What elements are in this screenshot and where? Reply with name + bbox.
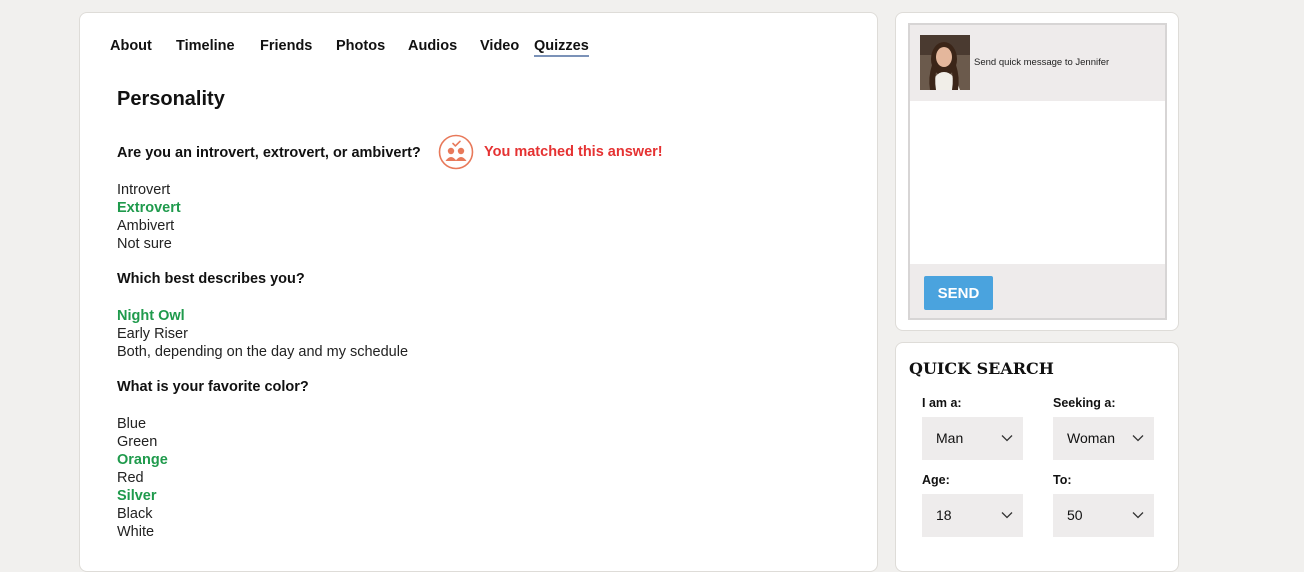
age-select[interactable]: 18 <box>922 494 1023 537</box>
tab-friends[interactable]: Friends <box>260 37 312 55</box>
i-am-select[interactable]: Man <box>922 417 1023 460</box>
question-text: What is your favorite color? <box>117 379 309 395</box>
question-text: Are you an introvert, extrovert, or ambi… <box>117 145 421 161</box>
profile-card: About Timeline Friends Photos Audios Vid… <box>79 12 878 572</box>
answer-option-matched: Night Owl <box>117 308 185 324</box>
answer-option-matched: Silver <box>117 488 157 504</box>
tab-audios[interactable]: Audios <box>408 37 457 55</box>
answer-option-matched: Extrovert <box>117 200 181 216</box>
chevron-down-icon <box>1132 512 1144 519</box>
chevron-down-icon <box>1001 512 1013 519</box>
tab-photos[interactable]: Photos <box>336 37 385 55</box>
message-recipient-label: Send quick message to Jennifer <box>974 57 1110 68</box>
answer-option: Not sure <box>117 236 172 252</box>
seeking-label: Seeking a: <box>1053 396 1116 410</box>
avatar-photo <box>920 35 970 90</box>
answer-option: Red <box>117 470 144 486</box>
section-title: Personality <box>117 88 225 110</box>
age-value: 18 <box>936 507 952 523</box>
tab-timeline[interactable]: Timeline <box>176 37 235 55</box>
message-textarea[interactable] <box>910 101 1165 264</box>
send-button[interactable]: SEND <box>924 276 993 310</box>
message-header: Send quick message to Jennifer <box>910 25 1165 101</box>
age-to-value: 50 <box>1067 507 1083 523</box>
answer-option: Both, depending on the day and my schedu… <box>117 344 409 360</box>
i-am-label: I am a: <box>922 396 962 410</box>
quick-search-title: QUICK SEARCH <box>909 359 1054 378</box>
tab-video[interactable]: Video <box>480 37 519 55</box>
age-label: Age: <box>922 473 950 487</box>
tab-about[interactable]: About <box>110 37 152 55</box>
seeking-value: Woman <box>1067 430 1115 446</box>
answer-option: White <box>117 524 155 540</box>
chevron-down-icon <box>1132 435 1144 442</box>
i-am-value: Man <box>936 430 964 446</box>
answer-option: Black <box>117 506 153 522</box>
avatar[interactable] <box>920 35 970 90</box>
answer-option-matched: Orange <box>117 452 168 468</box>
answer-option: Green <box>117 434 158 450</box>
match-text: You matched this answer! <box>484 144 663 160</box>
answer-option: Blue <box>117 416 147 432</box>
tab-quizzes[interactable]: Quizzes <box>534 37 589 57</box>
seeking-select[interactable]: Woman <box>1053 417 1154 460</box>
quick-message-card: Send quick message to Jennifer SEND <box>895 12 1179 331</box>
quick-message-box: Send quick message to Jennifer SEND <box>908 23 1167 320</box>
answer-option: Ambivert <box>117 218 175 234</box>
question-text: Which best describes you? <box>117 271 305 287</box>
to-label: To: <box>1053 473 1072 487</box>
chevron-down-icon <box>1001 435 1013 442</box>
age-to-select[interactable]: 50 <box>1053 494 1154 537</box>
answer-option: Early Riser <box>117 326 188 342</box>
quick-search-card: QUICK SEARCH I am a: Seeking a: Man Woma… <box>895 342 1179 572</box>
answer-option: Introvert <box>117 182 171 198</box>
match-icon <box>438 134 474 170</box>
